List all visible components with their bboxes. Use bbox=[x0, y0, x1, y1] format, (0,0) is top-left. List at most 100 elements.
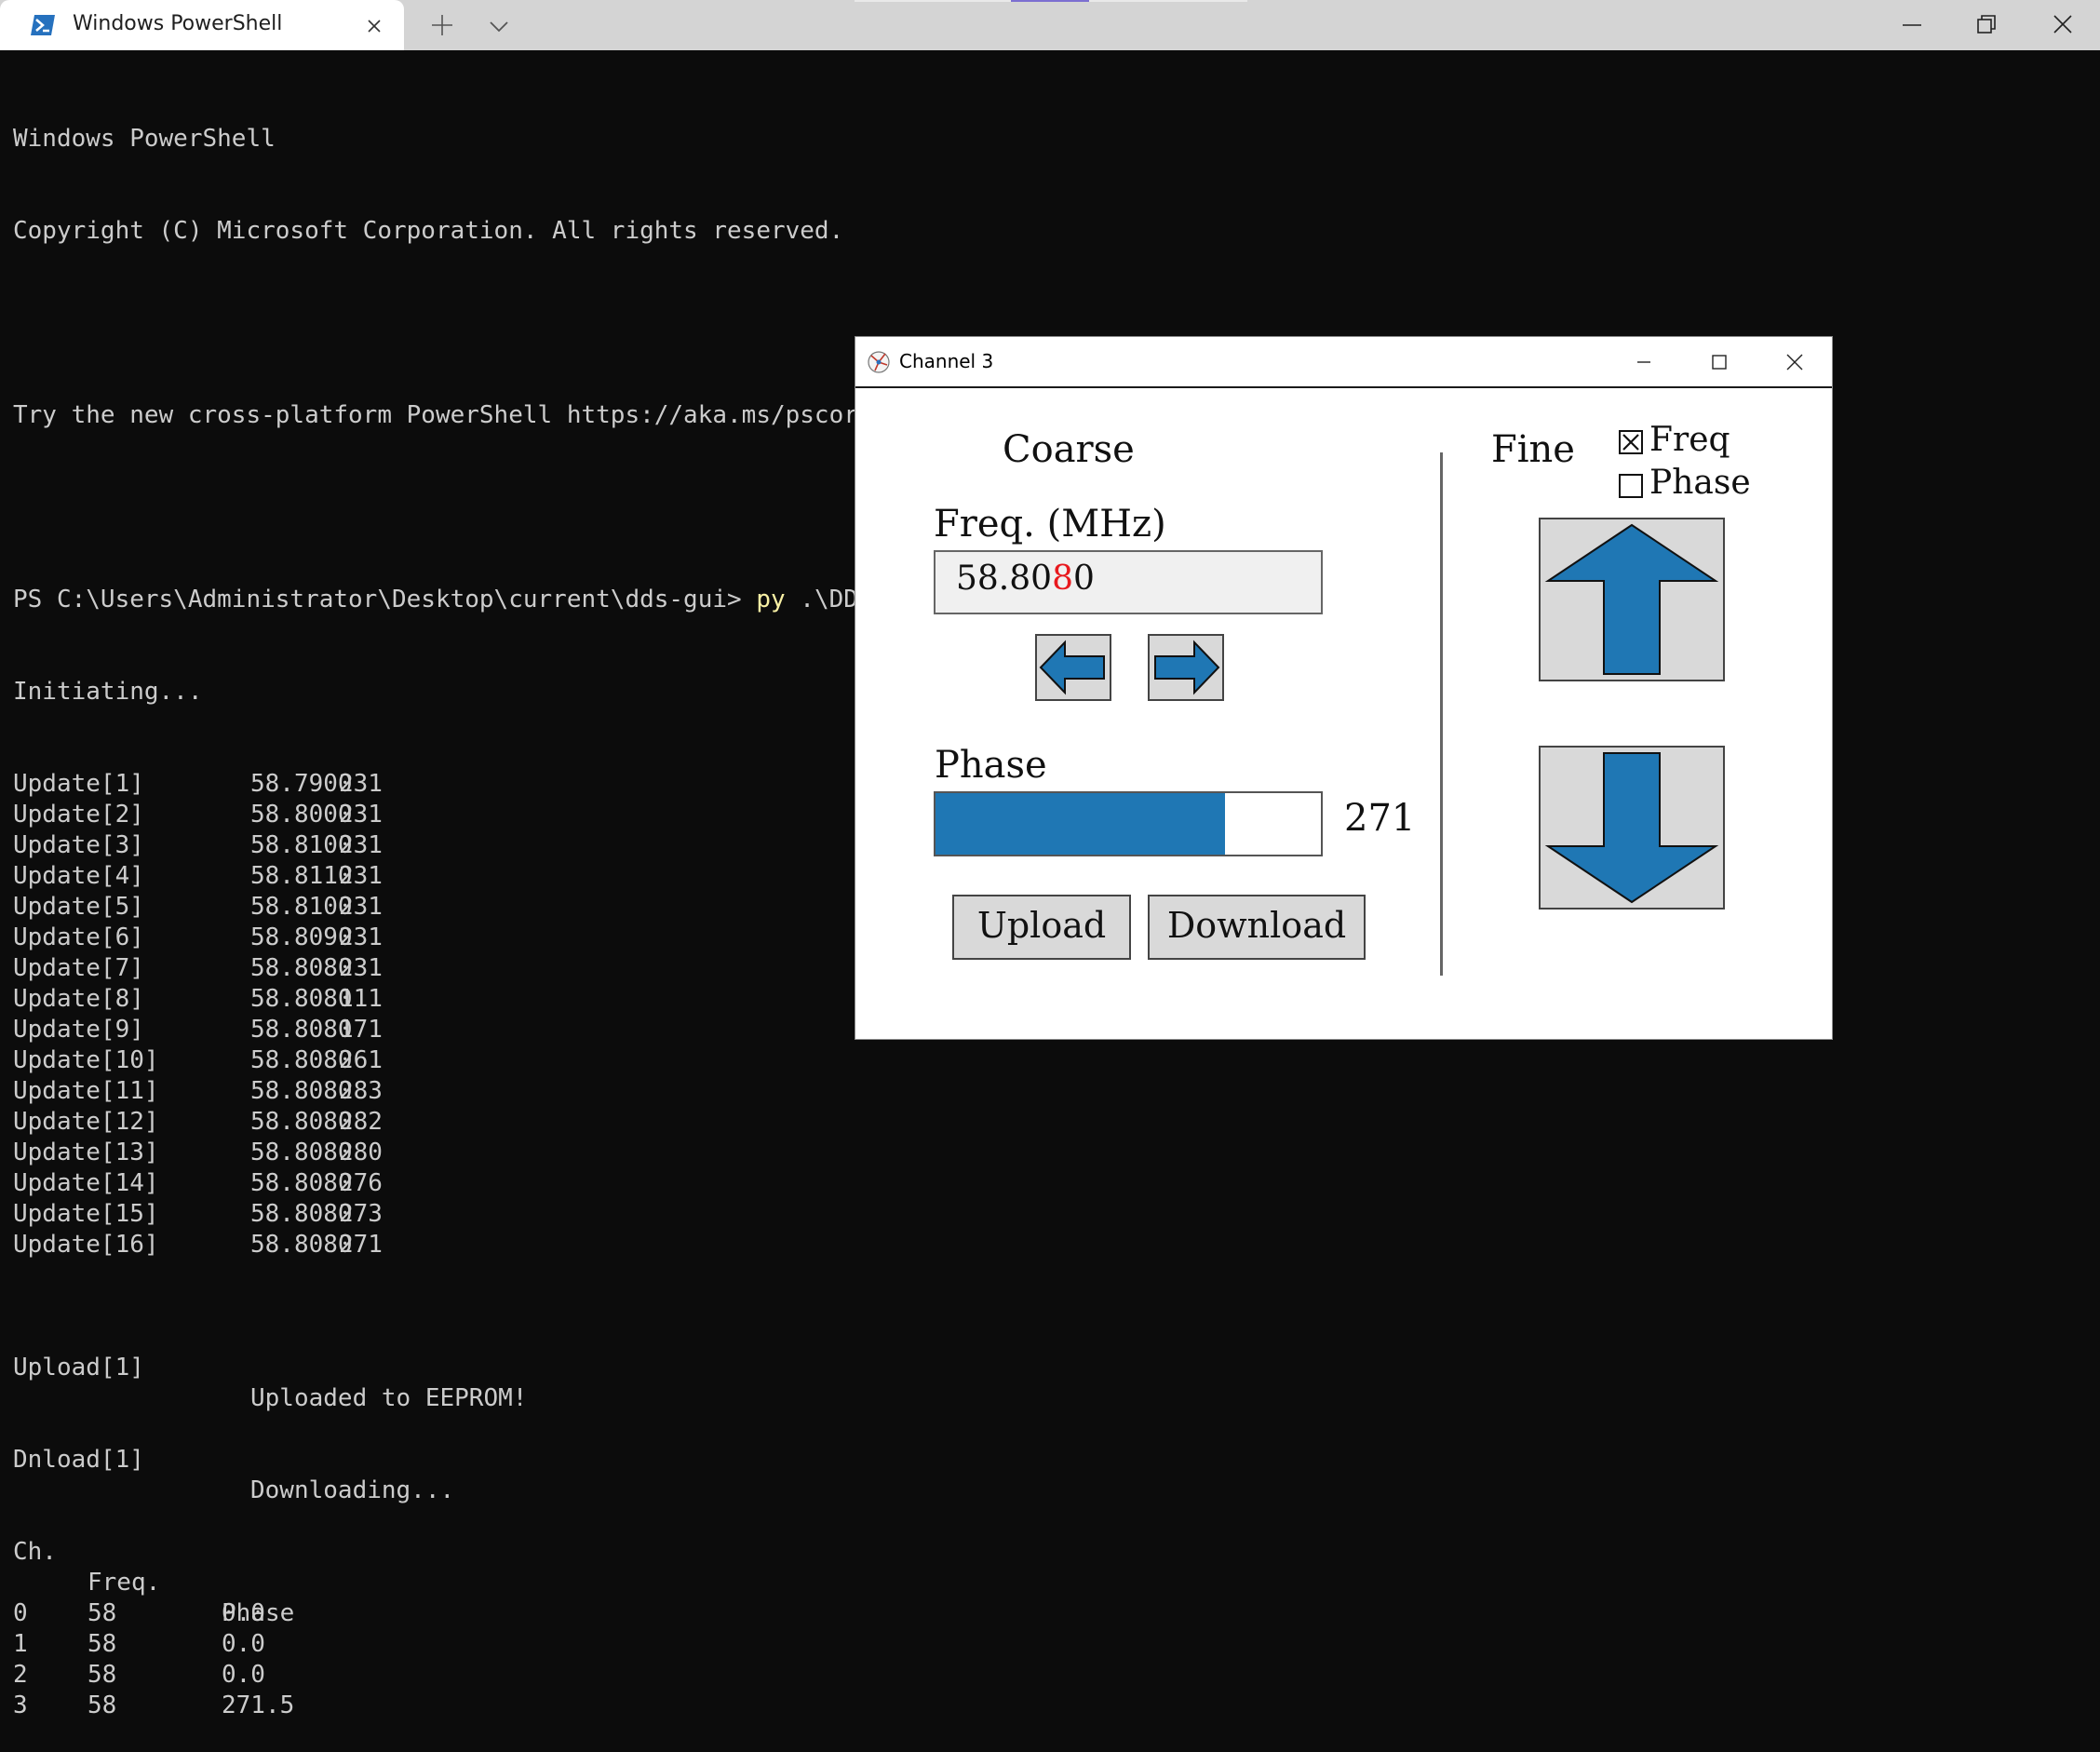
update-freq: 58.8080 bbox=[250, 1139, 353, 1166]
channel-window: Channel 3 Coarse Freq. (MHz) 58.8080 Pha… bbox=[855, 337, 1832, 1039]
channel-window-titlebar: Channel 3 bbox=[855, 337, 1832, 388]
restore-icon[interactable] bbox=[1968, 7, 2005, 43]
update-line: Update[11] 58.8080 283 bbox=[13, 1076, 2080, 1107]
plus-icon[interactable] bbox=[428, 11, 456, 39]
update-phase: 273 bbox=[339, 1200, 383, 1228]
channel-table: 0 58 0.0 1 58 0.0 2 58 0.0 3 58 271.5 bbox=[13, 1598, 2080, 1721]
table-cell: 3 bbox=[13, 1691, 28, 1719]
tab-title: Windows PowerShell bbox=[73, 12, 283, 35]
command-name: py bbox=[756, 586, 786, 613]
update-phase: 171 bbox=[339, 1016, 383, 1044]
close-icon[interactable] bbox=[2044, 7, 2081, 43]
update-label: Update[1] bbox=[13, 770, 144, 798]
terminal-titlebar: Windows PowerShell bbox=[0, 0, 2100, 50]
table-row: 3 58 271.5 bbox=[13, 1691, 2080, 1721]
frequency-input[interactable]: 58.8080 bbox=[934, 550, 1323, 614]
phase-slider[interactable] bbox=[934, 791, 1323, 856]
titlebar-accent-strip-active bbox=[1011, 0, 1089, 2]
freq-label: Freq. (MHz) bbox=[934, 503, 1166, 546]
prompt: PS C:\Users\Administrator\Desktop\curren… bbox=[13, 586, 742, 613]
titlebar-accent-strip-end bbox=[1089, 0, 1247, 2]
arrow-left-icon bbox=[1037, 640, 1110, 703]
fine-phase-checkbox[interactable] bbox=[1619, 474, 1643, 498]
table-header-cell: Ch. bbox=[13, 1538, 57, 1566]
update-label: Update[4] bbox=[13, 862, 144, 890]
update-label: Update[16] bbox=[13, 1231, 159, 1259]
update-phase: 231 bbox=[339, 923, 383, 951]
update-freq: 58.8090 bbox=[250, 923, 353, 951]
update-freq: 58.8080 bbox=[250, 1016, 353, 1044]
coarse-label: Coarse bbox=[1003, 428, 1135, 471]
update-phase: 276 bbox=[339, 1169, 383, 1197]
update-label: Update[8] bbox=[13, 985, 144, 1013]
table-row: 1 58 0.0 bbox=[13, 1629, 2080, 1660]
fine-up-button[interactable] bbox=[1539, 518, 1725, 681]
update-phase: 280 bbox=[339, 1139, 383, 1166]
phase-slider-fill bbox=[936, 793, 1225, 855]
download-line: Dnload[1] Downloading... bbox=[13, 1414, 2080, 1504]
update-line: Update[15] 58.8080 273 bbox=[13, 1199, 2080, 1230]
update-label: Update[5] bbox=[13, 893, 144, 921]
update-label: Update[6] bbox=[13, 923, 144, 951]
table-row: 2 58 0.0 bbox=[13, 1660, 2080, 1691]
minimize-icon[interactable] bbox=[1893, 7, 1931, 43]
update-line: Update[10] 58.8080 261 bbox=[13, 1045, 2080, 1076]
upload-line: Upload[1] Uploaded to EEPROM! bbox=[13, 1322, 2080, 1412]
update-phase: 231 bbox=[339, 801, 383, 829]
update-label: Update[14] bbox=[13, 1169, 159, 1197]
update-line: Update[14] 58.8080 276 bbox=[13, 1168, 2080, 1199]
update-phase: 283 bbox=[339, 1077, 383, 1105]
download-button[interactable]: Download bbox=[1148, 895, 1366, 960]
update-phase: 231 bbox=[339, 954, 383, 982]
update-freq: 58.8110 bbox=[250, 862, 353, 890]
powershell-icon bbox=[30, 13, 56, 37]
download-message: Downloading... bbox=[250, 1476, 455, 1504]
table-header: Ch. Freq. Phase bbox=[13, 1506, 2080, 1627]
minimize-icon[interactable] bbox=[1630, 348, 1658, 376]
download-label: Dnload[1] bbox=[13, 1446, 144, 1474]
update-freq: 58.8080 bbox=[250, 1108, 353, 1136]
update-phase: 271 bbox=[339, 1231, 383, 1259]
phase-value: 271 bbox=[1344, 797, 1416, 840]
arrow-right-icon bbox=[1150, 640, 1222, 703]
digit-left-button[interactable] bbox=[1035, 634, 1111, 701]
update-freq: 58.7900 bbox=[250, 770, 353, 798]
close-icon[interactable] bbox=[1781, 348, 1809, 376]
table-cell: 1 bbox=[13, 1630, 28, 1658]
table-cell: 0 bbox=[13, 1599, 28, 1627]
update-freq: 58.8080 bbox=[250, 954, 353, 982]
maximize-icon[interactable] bbox=[1705, 348, 1733, 376]
fine-down-button[interactable] bbox=[1539, 746, 1725, 910]
fine-freq-label: Freq bbox=[1649, 421, 1730, 459]
update-label: Update[15] bbox=[13, 1200, 159, 1228]
chevron-down-icon[interactable] bbox=[486, 13, 512, 39]
update-line: Update[13] 58.8080 280 bbox=[13, 1138, 2080, 1168]
fine-phase-label: Phase bbox=[1649, 464, 1751, 502]
update-freq: 58.8080 bbox=[250, 1046, 353, 1074]
freq-value-prefix: 58.80 bbox=[956, 559, 1053, 598]
arrow-down-icon bbox=[1541, 752, 1723, 911]
update-phase: 111 bbox=[339, 985, 383, 1013]
upload-button[interactable]: Upload bbox=[952, 895, 1131, 960]
table-cell: 2 bbox=[13, 1661, 28, 1689]
digit-right-button[interactable] bbox=[1148, 634, 1224, 701]
fine-freq-checkbox[interactable] bbox=[1619, 430, 1643, 454]
table-cell: 0.0 bbox=[222, 1630, 265, 1658]
table-row: 0 58 0.0 bbox=[13, 1598, 2080, 1629]
tab-windows-powershell[interactable]: Windows PowerShell bbox=[0, 0, 404, 50]
table-cell: 58 bbox=[88, 1691, 117, 1719]
close-tab-icon[interactable] bbox=[361, 13, 387, 39]
update-freq: 58.8080 bbox=[250, 1231, 353, 1259]
table-header-cell: Freq. bbox=[88, 1569, 161, 1597]
update-label: Update[12] bbox=[13, 1108, 159, 1136]
update-label: Update[9] bbox=[13, 1016, 144, 1044]
freq-selected-digit: 8 bbox=[1052, 559, 1073, 598]
update-freq: 58.8080 bbox=[250, 1077, 353, 1105]
update-freq: 58.8080 bbox=[250, 1169, 353, 1197]
upload-message: Uploaded to EEPROM! bbox=[250, 1384, 528, 1412]
update-phase: 231 bbox=[339, 831, 383, 859]
update-line: Update[16] 58.8080 271 bbox=[13, 1230, 2080, 1260]
update-label: Update[11] bbox=[13, 1077, 159, 1105]
update-phase: 261 bbox=[339, 1046, 383, 1074]
